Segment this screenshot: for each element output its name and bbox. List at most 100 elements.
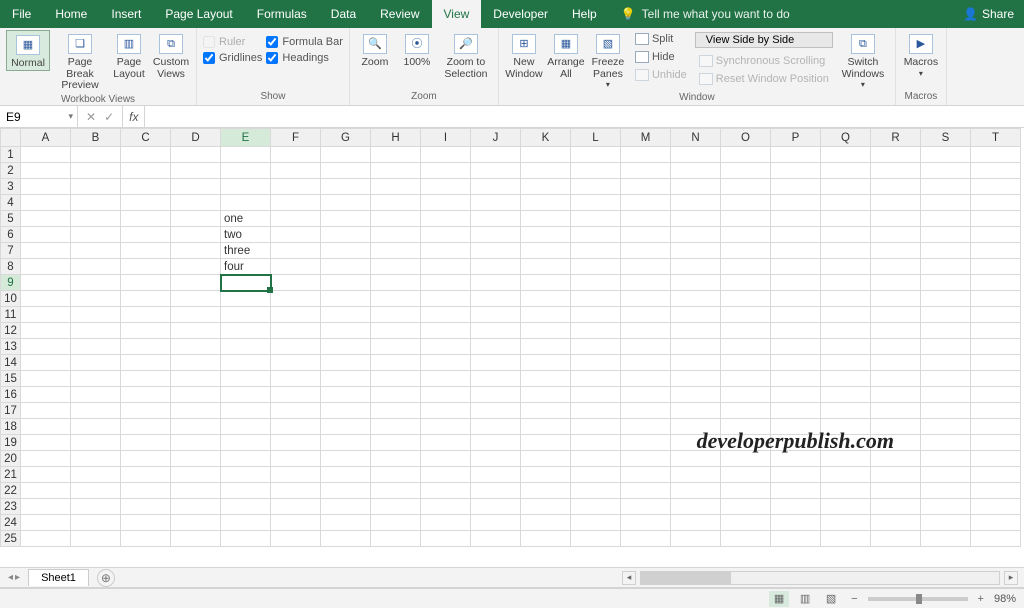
cell-C14[interactable] <box>121 355 171 371</box>
cell-R2[interactable] <box>871 163 921 179</box>
tab-developer[interactable]: Developer <box>481 0 560 28</box>
cell-A19[interactable] <box>21 435 71 451</box>
cell-T4[interactable] <box>971 195 1021 211</box>
cell-S8[interactable] <box>921 259 971 275</box>
cell-D20[interactable] <box>171 451 221 467</box>
cell-F4[interactable] <box>271 195 321 211</box>
cell-C6[interactable] <box>121 227 171 243</box>
cell-T9[interactable] <box>971 275 1021 291</box>
ruler-checkbox[interactable]: Ruler <box>203 36 262 48</box>
cell-J1[interactable] <box>471 147 521 163</box>
cell-I19[interactable] <box>421 435 471 451</box>
column-header-O[interactable]: O <box>721 129 771 147</box>
cell-C16[interactable] <box>121 387 171 403</box>
cell-M25[interactable] <box>621 531 671 547</box>
cell-E4[interactable] <box>221 195 271 211</box>
formula-input[interactable] <box>145 106 1024 127</box>
cell-S23[interactable] <box>921 499 971 515</box>
cell-L10[interactable] <box>571 291 621 307</box>
cell-R11[interactable] <box>871 307 921 323</box>
cancel-icon[interactable]: ✕ <box>86 110 96 124</box>
cell-M1[interactable] <box>621 147 671 163</box>
column-header-R[interactable]: R <box>871 129 921 147</box>
cell-Q6[interactable] <box>821 227 871 243</box>
cell-I23[interactable] <box>421 499 471 515</box>
column-header-K[interactable]: K <box>521 129 571 147</box>
cell-P9[interactable] <box>771 275 821 291</box>
cell-I18[interactable] <box>421 419 471 435</box>
zoom-button[interactable]: 🔍Zoom <box>356 30 394 69</box>
cell-J15[interactable] <box>471 371 521 387</box>
row-header-18[interactable]: 18 <box>1 419 21 435</box>
cell-G12[interactable] <box>321 323 371 339</box>
cell-F22[interactable] <box>271 483 321 499</box>
cell-B17[interactable] <box>71 403 121 419</box>
cell-C5[interactable] <box>121 211 171 227</box>
cell-M15[interactable] <box>621 371 671 387</box>
cell-C4[interactable] <box>121 195 171 211</box>
cell-R13[interactable] <box>871 339 921 355</box>
row-header-10[interactable]: 10 <box>1 291 21 307</box>
cell-A7[interactable] <box>21 243 71 259</box>
cell-H14[interactable] <box>371 355 421 371</box>
name-box[interactable]: E9 ▾ <box>0 106 78 127</box>
row-header-12[interactable]: 12 <box>1 323 21 339</box>
cell-T23[interactable] <box>971 499 1021 515</box>
cell-A25[interactable] <box>21 531 71 547</box>
cell-H1[interactable] <box>371 147 421 163</box>
cell-B20[interactable] <box>71 451 121 467</box>
column-header-T[interactable]: T <box>971 129 1021 147</box>
cell-E25[interactable] <box>221 531 271 547</box>
cell-C21[interactable] <box>121 467 171 483</box>
cell-J9[interactable] <box>471 275 521 291</box>
next-sheet-icon[interactable]: ▸ <box>15 572 20 583</box>
cell-F17[interactable] <box>271 403 321 419</box>
macros-button[interactable]: ▶Macros▾ <box>902 30 940 78</box>
cell-Q21[interactable] <box>821 467 871 483</box>
row-header-13[interactable]: 13 <box>1 339 21 355</box>
cell-R4[interactable] <box>871 195 921 211</box>
cell-A11[interactable] <box>21 307 71 323</box>
cell-Q24[interactable] <box>821 515 871 531</box>
cell-L24[interactable] <box>571 515 621 531</box>
cell-G13[interactable] <box>321 339 371 355</box>
zoom-level[interactable]: 98% <box>994 593 1016 605</box>
cell-H4[interactable] <box>371 195 421 211</box>
cell-T18[interactable] <box>971 419 1021 435</box>
cell-G5[interactable] <box>321 211 371 227</box>
row-header-22[interactable]: 22 <box>1 483 21 499</box>
cell-A23[interactable] <box>21 499 71 515</box>
cell-T1[interactable] <box>971 147 1021 163</box>
cell-O4[interactable] <box>721 195 771 211</box>
cell-P24[interactable] <box>771 515 821 531</box>
cell-R8[interactable] <box>871 259 921 275</box>
cell-O21[interactable] <box>721 467 771 483</box>
cell-G19[interactable] <box>321 435 371 451</box>
cell-D11[interactable] <box>171 307 221 323</box>
cell-F25[interactable] <box>271 531 321 547</box>
cell-O3[interactable] <box>721 179 771 195</box>
cell-K9[interactable] <box>521 275 571 291</box>
cell-I21[interactable] <box>421 467 471 483</box>
cell-P5[interactable] <box>771 211 821 227</box>
row-header-21[interactable]: 21 <box>1 467 21 483</box>
page-layout-view-icon[interactable]: ▥ <box>795 591 815 607</box>
cell-S12[interactable] <box>921 323 971 339</box>
cell-N15[interactable] <box>671 371 721 387</box>
cell-I2[interactable] <box>421 163 471 179</box>
cell-G14[interactable] <box>321 355 371 371</box>
cell-G25[interactable] <box>321 531 371 547</box>
tab-data[interactable]: Data <box>319 0 368 28</box>
cell-L21[interactable] <box>571 467 621 483</box>
cell-S5[interactable] <box>921 211 971 227</box>
cell-C24[interactable] <box>121 515 171 531</box>
cell-R17[interactable] <box>871 403 921 419</box>
cell-P22[interactable] <box>771 483 821 499</box>
cell-J16[interactable] <box>471 387 521 403</box>
cell-R15[interactable] <box>871 371 921 387</box>
cell-H6[interactable] <box>371 227 421 243</box>
cell-B18[interactable] <box>71 419 121 435</box>
cell-S1[interactable] <box>921 147 971 163</box>
cell-O17[interactable] <box>721 403 771 419</box>
tab-review[interactable]: Review <box>368 0 431 28</box>
